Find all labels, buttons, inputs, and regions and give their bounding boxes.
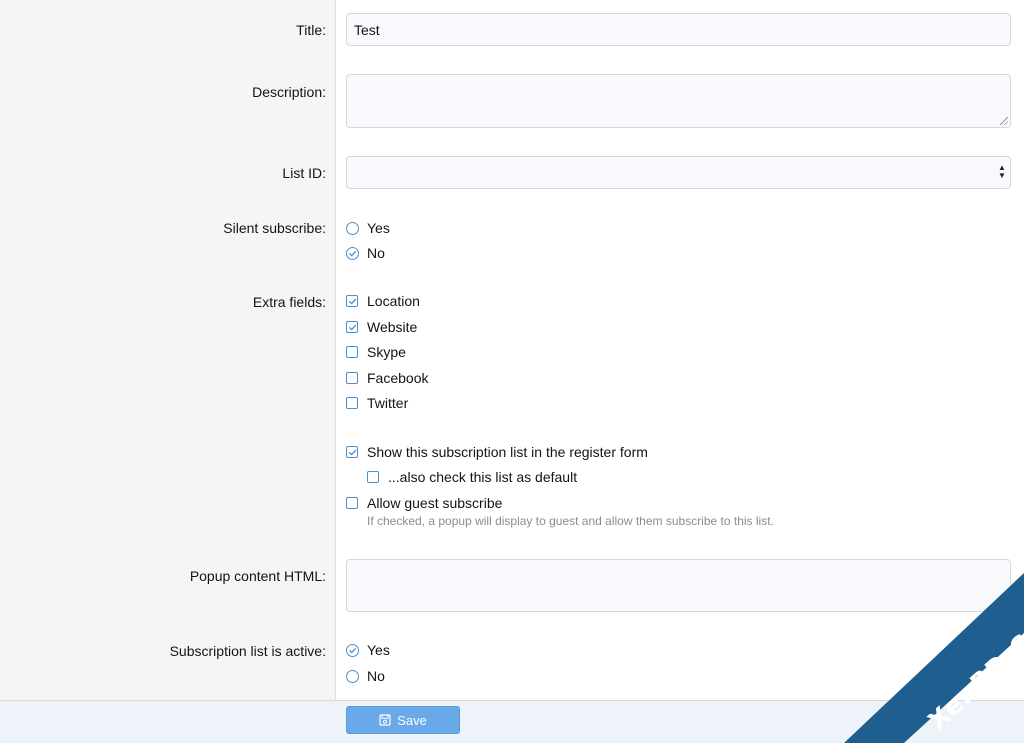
- popup-content-label: Popup content HTML:: [189, 568, 326, 584]
- title-input[interactable]: [346, 13, 1011, 46]
- extra-field-twitter[interactable]: Twitter: [346, 393, 408, 413]
- checkbox-icon[interactable]: [346, 346, 358, 358]
- option-label: Yes: [367, 642, 390, 658]
- form-footer: [0, 700, 1024, 743]
- show-in-register-checkbox[interactable]: Show this subscription list in the regis…: [346, 442, 648, 462]
- silent-subscribe-label: Silent subscribe:: [223, 220, 326, 236]
- active-no[interactable]: No: [346, 666, 385, 686]
- guest-hint: If checked, a popup will display to gues…: [367, 514, 774, 528]
- checkbox-icon[interactable]: [346, 397, 358, 409]
- option-label: Twitter: [367, 395, 409, 411]
- description-label: Description:: [252, 84, 326, 100]
- popup-content-textarea[interactable]: [346, 559, 1011, 612]
- silent-subscribe-yes[interactable]: Yes: [346, 218, 390, 238]
- list-id-label: List ID:: [282, 165, 326, 181]
- label-column: [0, 0, 336, 700]
- resize-grip-icon[interactable]: [1000, 117, 1008, 125]
- list-id-select[interactable]: ▲ ▼: [346, 156, 1011, 189]
- extra-field-website[interactable]: Website: [346, 317, 417, 337]
- option-label: Facebook: [367, 370, 429, 386]
- option-label: Show this subscription list in the regis…: [367, 444, 648, 460]
- silent-subscribe-no[interactable]: No: [346, 243, 385, 263]
- radio-checked-icon[interactable]: [346, 246, 359, 260]
- option-label: Allow guest subscribe: [367, 495, 503, 511]
- checkbox-checked-icon[interactable]: [346, 295, 358, 307]
- radio-checked-icon[interactable]: [346, 643, 359, 657]
- extra-fields-label: Extra fields:: [252, 294, 326, 310]
- extra-field-facebook[interactable]: Facebook: [346, 368, 428, 388]
- active-yes[interactable]: Yes: [346, 640, 390, 660]
- save-label: Save: [397, 712, 427, 728]
- checkbox-icon[interactable]: [367, 471, 379, 483]
- check-by-default-checkbox[interactable]: ...also check this list as default: [367, 467, 577, 487]
- option-label: No: [367, 668, 385, 684]
- extra-field-skype[interactable]: Skype: [346, 342, 406, 362]
- checkbox-checked-icon[interactable]: [346, 446, 358, 458]
- extra-field-location[interactable]: Location: [346, 291, 420, 311]
- option-label: Skype: [367, 344, 406, 360]
- radio-icon[interactable]: [346, 669, 359, 683]
- save-button[interactable]: Save: [346, 706, 460, 734]
- option-label: ...also check this list as default: [388, 469, 578, 485]
- select-arrows-icon: ▲ ▼: [998, 163, 1006, 180]
- title-label: Title:: [296, 22, 326, 38]
- checkbox-checked-icon[interactable]: [346, 321, 358, 333]
- radio-icon[interactable]: [346, 221, 359, 235]
- checkbox-icon[interactable]: [346, 372, 358, 384]
- save-icon: [379, 714, 391, 726]
- active-label: Subscription list is active:: [169, 643, 326, 659]
- description-textarea[interactable]: [346, 74, 1011, 128]
- option-label: Location: [367, 293, 420, 309]
- option-label: Yes: [367, 220, 390, 236]
- checkbox-icon[interactable]: [346, 497, 358, 509]
- option-label: Website: [367, 319, 418, 335]
- allow-guest-checkbox[interactable]: Allow guest subscribe: [346, 493, 502, 513]
- option-label: No: [367, 245, 385, 261]
